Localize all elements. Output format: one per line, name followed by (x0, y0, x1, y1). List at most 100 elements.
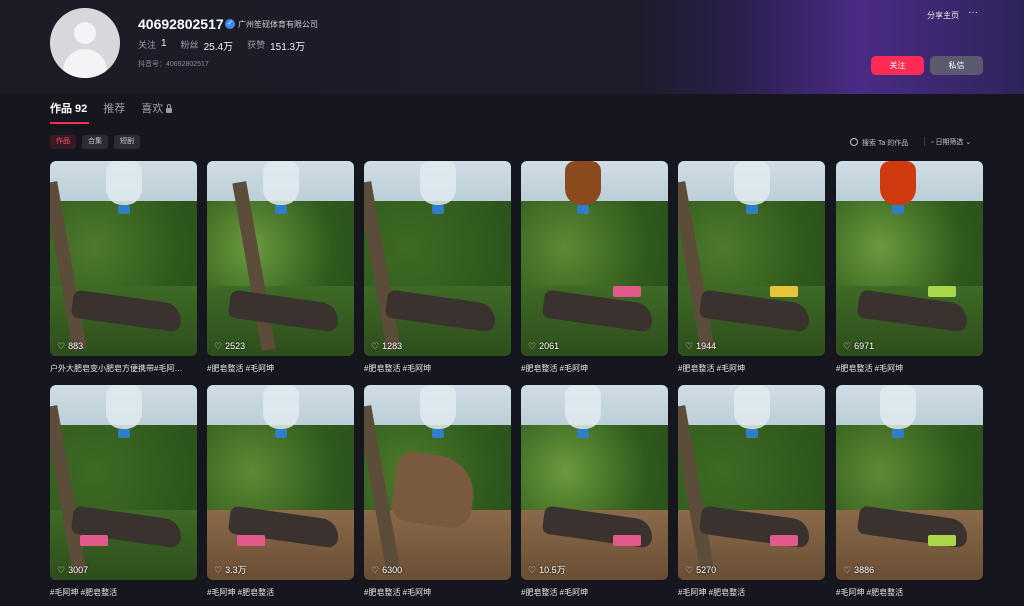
like-count: ♡ 2061 (528, 341, 559, 352)
like-count: ♡ 1944 (685, 341, 716, 352)
like-count: ♡ 10.5万 (528, 563, 566, 576)
like-count-value: 6971 (854, 341, 875, 351)
search-works-button[interactable]: 搜索 Ta 的作品 (850, 137, 908, 148)
like-count-value: 1283 (382, 341, 403, 351)
video-card[interactable]: ♡ 3007 (50, 385, 197, 580)
video-caption[interactable]: #肥皂整活 #毛阿坤 (364, 587, 511, 598)
avatar[interactable] (50, 8, 120, 78)
lock-icon (166, 104, 173, 113)
profile-stats: 关注 1 粉丝 25.4万 获赞 151.3万 (138, 38, 319, 53)
video-caption[interactable]: #肥皂整活 #毛阿坤 (836, 363, 983, 374)
like-count-value: 3.3万 (225, 565, 247, 575)
like-count-value: 3007 (68, 565, 89, 575)
like-count: ♡ 1283 (371, 341, 402, 352)
soap-bar (613, 286, 641, 297)
like-count-value: 6300 (382, 565, 403, 575)
bottle-cap (275, 205, 287, 214)
video-card[interactable]: ♡ 3.3万 (207, 385, 354, 580)
bottle-cap (892, 205, 904, 214)
chip-short-dramas[interactable]: 短剧 (114, 135, 140, 149)
video-caption[interactable]: 户外大肥皂变小肥皂方便携带#毛阿… (50, 363, 197, 374)
video-caption[interactable]: #毛阿坤 #肥皂整活 (207, 587, 354, 598)
share-profile-button[interactable]: 分享主页 (927, 10, 959, 21)
bottle (880, 385, 916, 429)
bottle (420, 385, 456, 429)
chip-works[interactable]: 作品 (50, 135, 76, 149)
like-count: ♡ 6971 (843, 341, 874, 352)
chip-collections[interactable]: 合集 (82, 135, 108, 149)
tab-recommended[interactable]: 推荐 (103, 101, 125, 121)
bottle-cap (432, 205, 444, 214)
tab-likes[interactable]: 喜欢 (141, 101, 173, 121)
calendar-icon: ▫ (931, 139, 934, 146)
video-card[interactable]: ♡ 5270 (678, 385, 825, 580)
video-caption[interactable]: #毛阿坤 #肥皂整活 (836, 587, 983, 598)
profile-header: 40692802517 ✓ 广州笙砚体育有限公司 关注 1 粉丝 25.4万 获… (0, 0, 1024, 94)
like-count-value: 3886 (854, 565, 875, 575)
search-icon (850, 138, 858, 146)
followers-label: 粉丝 (180, 40, 199, 50)
tab-likes-label: 喜欢 (141, 103, 164, 115)
soap-bar (80, 535, 108, 546)
heart-icon: ♡ (214, 341, 223, 351)
content-tabs: 作品 92 推荐 喜欢 (50, 101, 188, 121)
divider (924, 137, 925, 146)
like-count: ♡ 3007 (57, 565, 88, 576)
video-card[interactable]: ♡ 10.5万 (521, 385, 668, 580)
bottle-cap (118, 429, 130, 438)
video-caption[interactable]: #毛阿坤 #肥皂整活 (678, 587, 825, 598)
bottle (263, 161, 299, 205)
video-caption[interactable]: #肥皂整活 #毛阿坤 (364, 363, 511, 374)
video-card[interactable]: ♡ 1283 (364, 161, 511, 356)
like-count: ♡ 2523 (214, 341, 245, 352)
likes-count: 151.3万 (270, 42, 306, 53)
username: 40692802517 (138, 16, 224, 32)
bottle-cap (577, 429, 589, 438)
like-count-value: 5270 (696, 565, 717, 575)
soap-bar (770, 535, 798, 546)
video-caption[interactable]: #毛阿坤 #肥皂整活 (50, 587, 197, 598)
soap-bar (928, 286, 956, 297)
bottle-cap (892, 429, 904, 438)
like-count: ♡ 6300 (371, 565, 402, 576)
video-card[interactable]: ♡ 3886 (836, 385, 983, 580)
avatar-body-shape (63, 49, 107, 78)
tab-works[interactable]: 作品 92 (50, 101, 87, 121)
bottle (106, 385, 142, 429)
date-filter-dropdown[interactable]: ▫ 日期筛选 ⌄ (931, 137, 971, 147)
soap-bar (237, 535, 265, 546)
bottle (880, 161, 916, 205)
like-count: ♡ 3.3万 (214, 563, 247, 576)
video-card[interactable]: ♡ 2523 (207, 161, 354, 356)
video-card[interactable]: ♡ 1944 (678, 161, 825, 356)
date-filter-label: 日期筛选 (935, 139, 964, 146)
heart-icon: ♡ (57, 565, 66, 575)
bottle (565, 385, 601, 429)
like-count: ♡ 3886 (843, 565, 874, 576)
video-card[interactable]: ♡ 6300 (364, 385, 511, 580)
message-button[interactable]: 私信 (930, 56, 983, 75)
active-tab-indicator (50, 122, 89, 124)
video-caption[interactable]: #肥皂整活 #毛阿坤 (521, 587, 668, 598)
heart-icon: ♡ (843, 565, 852, 575)
more-options-icon[interactable]: ··· (968, 7, 978, 18)
bottle-cap (275, 429, 287, 438)
following-label: 关注 (138, 40, 157, 50)
bottle (106, 161, 142, 205)
bottle (734, 161, 770, 205)
following-count[interactable]: 1 (161, 38, 167, 53)
video-card[interactable]: ♡ 6971 (836, 161, 983, 356)
video-card[interactable]: ♡ 883 (50, 161, 197, 356)
heart-icon: ♡ (843, 341, 852, 351)
video-caption[interactable]: #肥皂整活 #毛阿坤 (521, 363, 668, 374)
follow-button[interactable]: 关注 (871, 56, 924, 75)
video-caption[interactable]: #肥皂整活 #毛阿坤 (207, 363, 354, 374)
like-count-value: 1944 (696, 341, 717, 351)
heart-icon: ♡ (57, 341, 66, 351)
video-caption[interactable]: #肥皂整活 #毛阿坤 (678, 363, 825, 374)
video-card[interactable]: ♡ 2061 (521, 161, 668, 356)
bottle (420, 161, 456, 205)
soap-bar (613, 535, 641, 546)
followers-count[interactable]: 25.4万 (204, 38, 233, 53)
heart-icon: ♡ (371, 341, 380, 351)
